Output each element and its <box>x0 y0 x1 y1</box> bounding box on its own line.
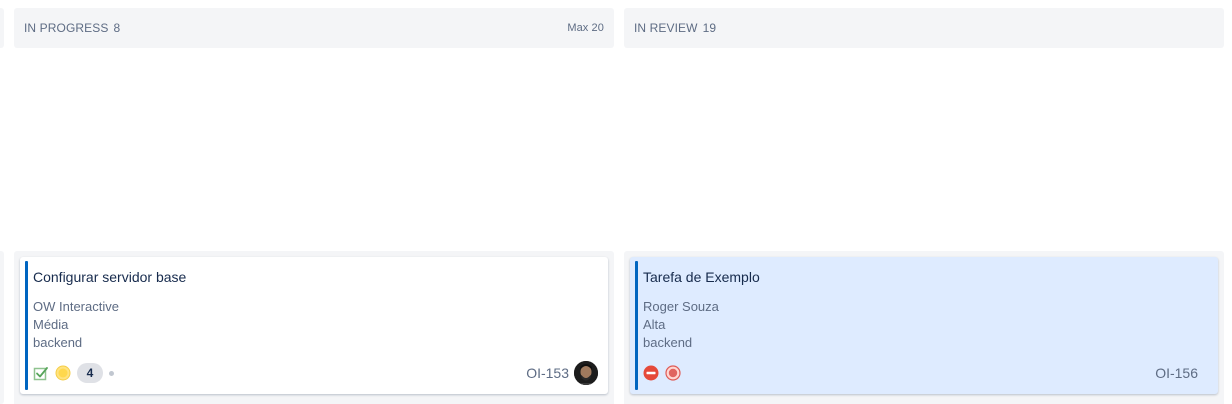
card-footer: 4 OI-153 <box>33 360 598 386</box>
kanban-board: IN PROGRESS 8 Max 20 IN REVIEW 19 Config… <box>0 0 1232 404</box>
column-issue-count: 19 <box>702 21 717 35</box>
issue-key[interactable]: OI-153 <box>526 365 569 381</box>
previous-column-header-edge <box>0 8 4 48</box>
subtask-checkbox-icon <box>33 365 49 381</box>
column-issue-count: 8 <box>113 21 121 35</box>
card-accent-bar <box>635 261 638 390</box>
priority-medium-icon <box>55 365 71 381</box>
column-max-limit: Max 20 <box>567 22 604 34</box>
card-extra-fields: Roger Souza Alta backend <box>643 298 719 352</box>
status-dot <box>109 370 114 376</box>
card-field-company: OW Interactive <box>33 299 119 314</box>
previous-column-body-edge <box>0 251 4 404</box>
story-points-badge: 4 <box>77 363 103 383</box>
card-field-label: backend <box>643 335 693 350</box>
card-footer: OI-156 <box>643 360 1208 386</box>
card-accent-bar <box>25 261 28 390</box>
issue-card[interactable]: Tarefa de Exemplo Roger Souza Alta backe… <box>630 257 1218 394</box>
column-header-in-review[interactable]: IN REVIEW 19 <box>624 8 1224 48</box>
card-field-label: backend <box>33 335 83 350</box>
blocker-icon <box>643 365 659 381</box>
card-field-priority: Média <box>33 317 69 332</box>
card-summary: Configurar servidor base <box>33 269 187 285</box>
column-header-in-progress[interactable]: IN PROGRESS 8 Max 20 <box>14 8 614 48</box>
assignee-avatar[interactable] <box>574 361 598 385</box>
column-name: IN PROGRESS <box>24 21 109 35</box>
column-body-in-progress: Configurar servidor base OW Interactive … <box>14 251 614 404</box>
card-field-priority: Alta <box>643 317 666 332</box>
priority-high-icon <box>665 365 681 381</box>
card-summary: Tarefa de Exemplo <box>643 269 760 285</box>
column-body-in-review: Tarefa de Exemplo Roger Souza Alta backe… <box>624 251 1224 404</box>
card-extra-fields: OW Interactive Média backend <box>33 298 119 352</box>
column-name: IN REVIEW <box>634 21 698 35</box>
issue-card[interactable]: Configurar servidor base OW Interactive … <box>20 257 608 394</box>
issue-key[interactable]: OI-156 <box>1155 365 1198 381</box>
card-field-assignee: Roger Souza <box>643 299 719 314</box>
